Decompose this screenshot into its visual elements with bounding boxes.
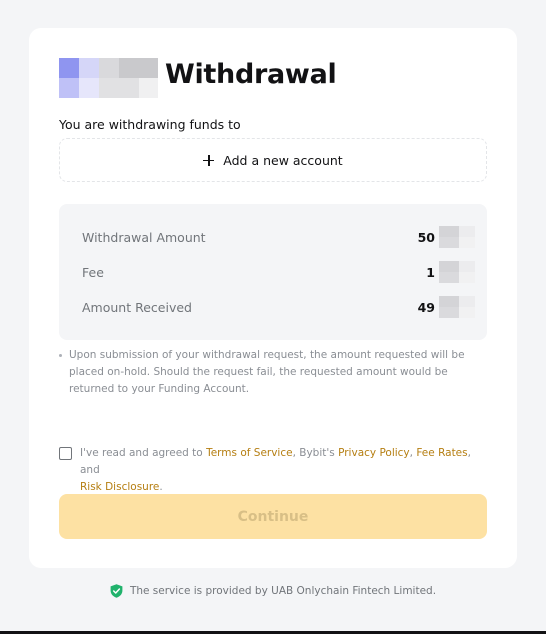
agreement: I've read and agreed to Terms of Service…: [59, 445, 489, 496]
withdrawal-summary: Withdrawal Amount 50 Fee 1 Amount Receiv…: [59, 204, 487, 340]
withdrawal-page: Withdrawal You are withdrawing funds to …: [0, 0, 546, 634]
agreement-period: .: [159, 481, 163, 493]
add-account-label: Add a new account: [223, 152, 343, 168]
summary-label: Amount Received: [82, 299, 192, 315]
plus-icon: [203, 154, 215, 166]
agreement-text: I've read and agreed to Terms of Service…: [59, 445, 489, 496]
privacy-policy-link[interactable]: Privacy Policy: [338, 447, 410, 459]
agreement-middle: , Bybit's: [292, 447, 339, 459]
agreement-prefix: I've read and agreed to: [80, 447, 207, 459]
shield-check-icon: [110, 584, 123, 598]
page-title: Withdrawal: [165, 59, 337, 90]
agreement-checkbox[interactable]: [59, 447, 72, 460]
coin-symbol-pixelated: [439, 261, 475, 283]
coin-symbol-pixelated: [439, 296, 475, 318]
summary-row-fee: Fee 1: [82, 261, 475, 283]
summary-value: 1: [426, 264, 435, 280]
summary-value: 50: [417, 229, 435, 245]
fee-rates-link[interactable]: Fee Rates: [416, 447, 467, 459]
risk-disclosure-link[interactable]: Risk Disclosure: [80, 481, 159, 493]
add-new-account-button[interactable]: Add a new account: [59, 138, 487, 182]
summary-label: Withdrawal Amount: [82, 229, 206, 245]
summary-row-amount-received: Amount Received 49: [82, 296, 475, 318]
terms-of-service-link[interactable]: Terms of Service: [206, 447, 293, 459]
withdrawal-note: Upon submission of your withdrawal reque…: [59, 347, 489, 398]
destination-subtitle: You are withdrawing funds to: [59, 117, 241, 132]
footer: The service is provided by UAB Onlychain…: [0, 584, 546, 598]
coin-symbol-pixelated: [439, 226, 475, 248]
withdrawal-card: Withdrawal You are withdrawing funds to …: [29, 28, 517, 568]
summary-label: Fee: [82, 264, 104, 280]
header: [59, 58, 158, 99]
summary-row-withdrawal-amount: Withdrawal Amount 50: [82, 226, 475, 248]
footer-text: The service is provided by UAB Onlychain…: [129, 585, 437, 597]
summary-value: 49: [417, 299, 435, 315]
account-avatar-pixelated: [59, 58, 158, 99]
continue-button[interactable]: Continue: [59, 494, 487, 539]
